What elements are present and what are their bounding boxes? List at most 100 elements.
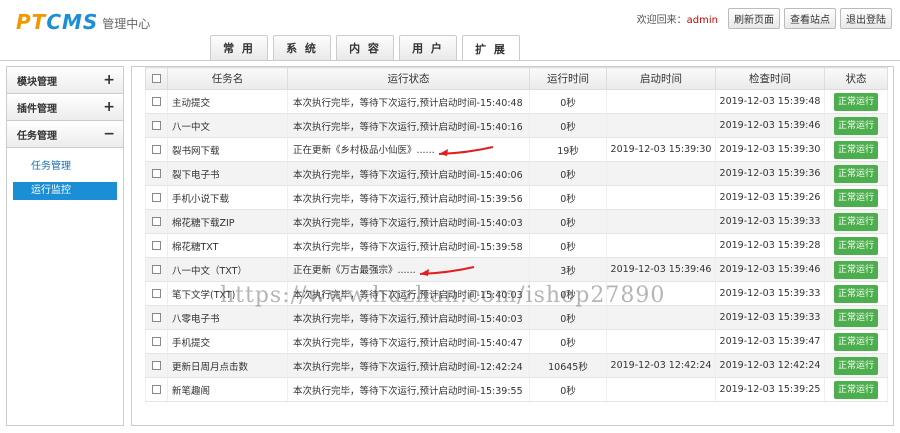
tab-extensions[interactable]: 扩 展 [462, 35, 520, 61]
running-status-button[interactable]: 正常运行 [834, 260, 878, 279]
column-header-start-time: 启动时间 [606, 67, 716, 90]
tab-system[interactable]: 系 统 [273, 35, 331, 60]
run-status-cell: 本次执行完毕，等待下次运行,预计启动时间-15:40:47 [287, 329, 530, 354]
row-checkbox-cell[interactable] [145, 329, 168, 354]
state-cell: 正常运行 [824, 233, 888, 258]
row-checkbox[interactable] [152, 361, 161, 370]
row-checkbox-cell[interactable] [145, 89, 168, 114]
task-name-cell: 棉花糖下载ZIP [167, 209, 288, 234]
state-cell: 正常运行 [824, 353, 888, 378]
running-status-button[interactable]: 正常运行 [834, 380, 878, 399]
run-status-text: 本次执行完毕，等待下次运行,预计启动时间-15:40:03 [293, 289, 523, 301]
row-checkbox[interactable] [152, 385, 161, 394]
run-status-text: 本次执行完毕，等待下次运行,预计启动时间-15:40:48 [293, 97, 523, 109]
running-status-button[interactable]: 正常运行 [834, 92, 878, 111]
running-status-button[interactable]: 正常运行 [834, 140, 878, 159]
sidebar-section-modules[interactable]: 模块管理 + [7, 67, 123, 94]
task-table: 任务名 运行状态 运行时间 启动时间 检查时间 状态 主动提交 本次执行完毕，等待… [145, 67, 888, 402]
table-row: 主动提交 本次执行完毕，等待下次运行,预计启动时间-15:40:48 0秒 2019-… [145, 89, 888, 114]
start-time-cell [606, 281, 716, 306]
tab-common[interactable]: 常 用 [210, 35, 268, 60]
run-time-cell: 0秒 [529, 113, 607, 138]
row-checkbox-cell[interactable] [145, 281, 168, 306]
tab-content[interactable]: 内 容 [336, 35, 394, 60]
row-checkbox-cell[interactable] [145, 209, 168, 234]
task-name-cell: 裂下电子书 [167, 161, 288, 186]
row-checkbox-cell[interactable] [145, 113, 168, 138]
check-time-cell: 2019-12-03 15:39:47 [715, 329, 825, 354]
row-checkbox[interactable] [152, 193, 161, 202]
red-arrow-icon [419, 265, 474, 276]
column-header-task-name: 任务名 [167, 67, 288, 90]
table-row: 手机提交 本次执行完毕，等待下次运行,预计启动时间-15:40:47 0秒 2019-… [145, 329, 888, 354]
running-status-button[interactable]: 正常运行 [834, 212, 878, 231]
expand-icon[interactable]: + [103, 99, 115, 115]
run-status-cell: 正在更新《乡村极品小仙医》...... [287, 137, 530, 162]
row-checkbox[interactable] [152, 169, 161, 178]
run-status-cell: 本次执行完毕，等待下次运行,预计启动时间-12:42:24 [287, 353, 530, 378]
row-checkbox[interactable] [152, 265, 161, 274]
expand-icon[interactable]: + [103, 72, 115, 88]
refresh-page-button[interactable]: 刷新页面 [728, 8, 780, 29]
sidebar-section-plugins[interactable]: 插件管理 + [7, 94, 123, 121]
table-row: 棉花糖TXT 本次执行完毕，等待下次运行,预计启动时间-15:39:58 0秒 201… [145, 233, 888, 258]
row-checkbox[interactable] [152, 313, 161, 322]
sidebar-section-tasks[interactable]: 任务管理 − [7, 121, 123, 148]
run-time-cell: 19秒 [529, 137, 607, 162]
row-checkbox-cell[interactable] [145, 137, 168, 162]
row-checkbox[interactable] [152, 289, 161, 298]
header-divider [0, 60, 900, 61]
tab-users[interactable]: 用 户 [399, 35, 457, 60]
table-row: 八一中文（TXT） 正在更新《万古最强宗》...... 3秒 2019-12-03 1… [145, 257, 888, 282]
row-checkbox[interactable] [152, 121, 161, 130]
logo-mark-b: CMS [46, 10, 99, 34]
running-status-button[interactable]: 正常运行 [834, 308, 878, 327]
state-cell: 正常运行 [824, 329, 888, 354]
running-status-button[interactable]: 正常运行 [834, 188, 878, 207]
select-all-header[interactable] [145, 67, 168, 90]
task-rows: 主动提交 本次执行完毕，等待下次运行,预计启动时间-15:40:48 0秒 2019-… [145, 89, 888, 402]
running-status-button[interactable]: 正常运行 [834, 164, 878, 183]
table-row: 更新日周月点击数 本次执行完毕，等待下次运行,预计启动时间-12:42:24 106… [145, 353, 888, 378]
row-checkbox-cell[interactable] [145, 185, 168, 210]
row-checkbox-cell[interactable] [145, 305, 168, 330]
collapse-icon[interactable]: − [103, 126, 115, 142]
run-status-text: 正在更新《乡村极品小仙医》...... [293, 145, 435, 157]
table-row: 八零电子书 本次执行完毕，等待下次运行,预计启动时间-15:40:03 0秒 2019… [145, 305, 888, 330]
row-checkbox-cell[interactable] [145, 377, 168, 402]
row-checkbox[interactable] [152, 241, 161, 250]
row-checkbox[interactable] [152, 217, 161, 226]
running-status-button[interactable]: 正常运行 [834, 356, 878, 375]
check-time-cell: 2019-12-03 15:39:26 [715, 185, 825, 210]
column-header-check-time: 检查时间 [715, 67, 825, 90]
row-checkbox[interactable] [152, 97, 161, 106]
row-checkbox-cell[interactable] [145, 233, 168, 258]
running-status-button[interactable]: 正常运行 [834, 332, 878, 351]
state-cell: 正常运行 [824, 305, 888, 330]
view-site-button[interactable]: 查看站点 [784, 8, 836, 29]
logout-button[interactable]: 退出登陆 [840, 8, 892, 29]
row-checkbox[interactable] [152, 337, 161, 346]
running-status-button[interactable]: 正常运行 [834, 284, 878, 303]
select-all-checkbox[interactable] [152, 74, 161, 83]
task-name-cell: 裂书网下载 [167, 137, 288, 162]
running-status-button[interactable]: 正常运行 [834, 236, 878, 255]
sidebar-item-run-monitor[interactable]: 运行监控 [13, 182, 117, 200]
running-status-button[interactable]: 正常运行 [834, 116, 878, 135]
run-time-cell: 10645秒 [529, 353, 607, 378]
start-time-cell [606, 377, 716, 402]
row-checkbox-cell[interactable] [145, 161, 168, 186]
row-checkbox[interactable] [152, 145, 161, 154]
row-checkbox-cell[interactable] [145, 257, 168, 282]
sidebar-task-list: 任务管理 运行监控 [7, 148, 123, 200]
task-name-cell: 八一中文（TXT） [167, 257, 288, 282]
sidebar-item-task-management[interactable]: 任务管理 [13, 158, 117, 176]
state-cell: 正常运行 [824, 161, 888, 186]
row-checkbox-cell[interactable] [145, 353, 168, 378]
main-tabs: 常 用 系 统 内 容 用 户 扩 展 [210, 35, 520, 61]
run-time-cell: 0秒 [529, 329, 607, 354]
check-time-cell: 2019-12-03 15:39:30 [715, 137, 825, 162]
username[interactable]: admin [687, 15, 718, 26]
column-header-state: 状态 [824, 67, 888, 90]
check-time-cell: 2019-12-03 15:39:25 [715, 377, 825, 402]
